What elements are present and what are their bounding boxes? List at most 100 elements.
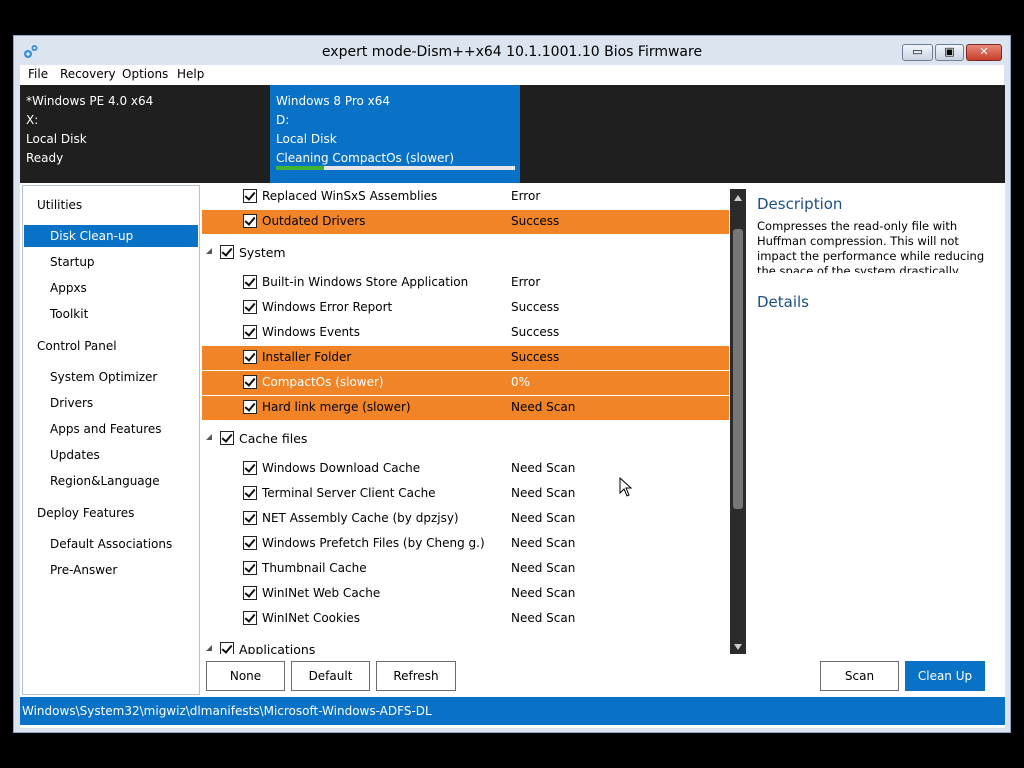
image-card-pe[interactable]: *Windows PE 4.0 x64 X: Local Disk Ready [20,85,270,183]
expand-collapse-icon[interactable] [206,434,212,440]
item-checkbox[interactable] [243,350,257,364]
nav-category-utilities[interactable]: Utilities [24,194,211,216]
expand-collapse-icon[interactable] [206,645,212,651]
select-none-button[interactable]: None [206,661,285,691]
image-selector: *Windows PE 4.0 x64 X: Local Disk Ready … [20,85,1005,183]
list-item-row[interactable]: WinINet Web Cache Need Scan [202,582,729,606]
nav-item-disk-clean-up[interactable]: Disk Clean-up [24,225,198,247]
image-card-win8[interactable]: Windows 8 Pro x64 D: Local Disk Cleaning… [270,85,520,183]
minimize-button[interactable]: ▭ [902,44,933,61]
item-checkbox[interactable] [243,611,257,625]
nav-item-default-associations[interactable]: Default Associations [24,533,198,555]
nav-item-appxs[interactable]: Appxs [24,277,198,299]
item-name: WinINet Web Cache [262,586,381,600]
select-default-button[interactable]: Default [291,661,370,691]
item-status: Need Scan [511,586,576,600]
list-item-row[interactable]: Windows Error Report Success [202,296,729,320]
scroll-thumb[interactable] [733,229,743,509]
item-checkbox[interactable] [243,325,257,339]
list-group-row[interactable]: System [202,241,729,265]
scroll-down-icon[interactable] [734,644,742,650]
item-name: CompactOs (slower) [262,375,384,389]
nav-item-region-language[interactable]: Region&Language [24,470,198,492]
item-checkbox[interactable] [220,431,234,445]
content-area: *Windows PE 4.0 x64 X: Local Disk Ready … [20,85,1005,728]
list-item-row[interactable]: Windows Prefetch Files (by Cheng g.) Need… [202,532,729,556]
item-status: Error [511,275,541,289]
image-state: Cleaning CompactOs (slower) [276,151,455,165]
item-checkbox[interactable] [243,189,257,203]
list-group-row[interactable]: Cache files [202,427,729,451]
item-name: Built-in Windows Store Application [262,275,469,289]
list-item-row[interactable]: Hard link merge (slower) Need Scan [202,396,729,420]
maximize-button[interactable]: ▣ [935,44,964,61]
list-item-row[interactable]: Thumbnail Cache Need Scan [202,557,729,581]
item-name: Installer Folder [262,350,352,364]
description-panel: Description Compresses the read-only fil… [752,185,1004,655]
nav-item-startup[interactable]: Startup [24,251,198,273]
description-title: Description [757,195,843,213]
list-item-row[interactable]: Installer Folder Success [202,346,729,370]
list-item-row[interactable]: Outdated Drivers Success [202,210,729,234]
nav-item-apps-and-features[interactable]: Apps and Features [24,418,198,440]
list-item-row[interactable]: Terminal Server Client Cache Need Scan [202,482,729,506]
list-item-row[interactable]: NET Assembly Cache (by dpzjsy) Need Scan [202,507,729,531]
image-drive: D: [276,113,290,127]
item-status: Success [511,214,560,228]
item-checkbox[interactable] [243,275,257,289]
item-status: Need Scan [511,511,576,525]
item-checkbox[interactable] [220,642,234,654]
menu-file[interactable]: File [28,67,48,81]
item-name: Terminal Server Client Cache [262,486,436,500]
item-checkbox[interactable] [243,536,257,550]
list-item-row[interactable]: CompactOs (slower) 0% [202,371,729,395]
scan-button[interactable]: Scan [820,661,899,691]
item-checkbox[interactable] [243,486,257,500]
list-item-row[interactable]: Windows Events Success [202,321,729,345]
refresh-button[interactable]: Refresh [376,661,456,691]
item-status: Success [511,325,560,339]
item-checkbox[interactable] [243,586,257,600]
image-disk: Local Disk [276,132,337,146]
item-checkbox[interactable] [243,214,257,228]
expand-collapse-icon[interactable] [206,248,212,254]
list-item-row[interactable]: Built-in Windows Store Application Error [202,271,729,295]
item-checkbox[interactable] [220,245,234,259]
item-name: NET Assembly Cache (by dpzjsy) [262,511,459,525]
nav-item-pre-answer[interactable]: Pre-Answer [24,559,198,581]
progress-fill [276,166,324,170]
item-checkbox[interactable] [243,461,257,475]
list-group-row[interactable]: Applications [202,638,729,654]
item-name: Thumbnail Cache [262,561,367,575]
menu-recovery[interactable]: Recovery [60,67,116,81]
clean-up-button[interactable]: Clean Up [905,661,985,691]
item-checkbox[interactable] [243,511,257,525]
item-checkbox[interactable] [243,300,257,314]
item-status: Need Scan [511,400,576,414]
menu-help[interactable]: Help [177,67,204,81]
close-button[interactable]: ✕ [966,44,1002,61]
details-title: Details [757,293,810,311]
list-item-row[interactable]: Windows Download Cache Need Scan [202,457,729,481]
item-name: Replaced WinSxS Assemblies [262,189,438,203]
item-checkbox[interactable] [243,400,257,414]
nav-item-updates[interactable]: Updates [24,444,198,466]
nav-item-drivers[interactable]: Drivers [24,392,198,414]
list-scrollbar[interactable] [730,189,746,654]
item-checkbox[interactable] [243,375,257,389]
item-status: 0% [511,375,531,389]
nav-category-deploy-features[interactable]: Deploy Features [24,502,211,524]
nav-category-control-panel[interactable]: Control Panel [24,335,211,357]
cleanup-progress-bar [276,166,515,170]
item-checkbox[interactable] [243,561,257,575]
status-bar: Windows\System32\migwiz\dlmanifests\Micr… [20,697,1005,725]
nav-item-toolkit[interactable]: Toolkit [24,303,198,325]
image-state: Ready [26,151,64,165]
menu-options[interactable]: Options [122,67,168,81]
list-item-row[interactable]: Replaced WinSxS Assemblies Error [202,189,729,209]
title-bar[interactable]: expert mode-Dism++x64 10.1.1001.10 Bios … [14,36,1010,66]
list-item-row[interactable]: WinINet Cookies Need Scan [202,607,729,631]
scroll-up-icon[interactable] [734,195,742,201]
item-status: Need Scan [511,611,576,625]
nav-item-system-optimizer[interactable]: System Optimizer [24,366,198,388]
